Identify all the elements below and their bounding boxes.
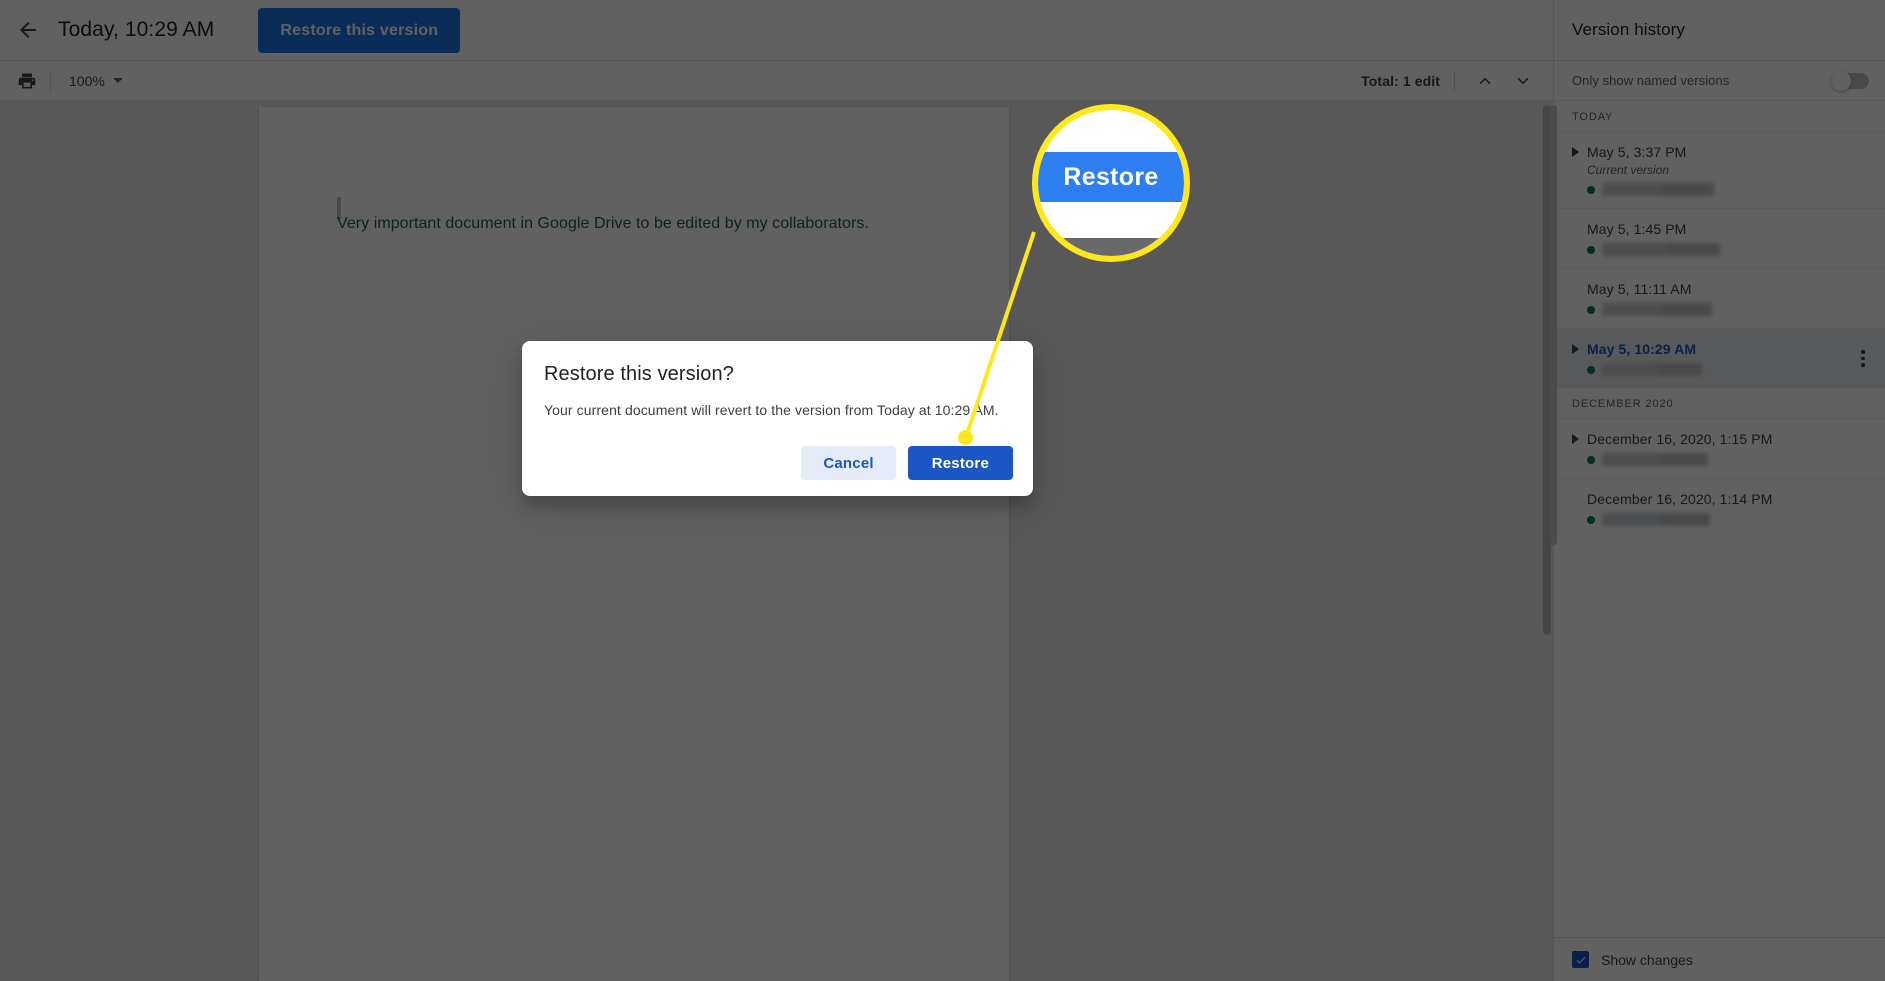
version-group-header: DECEMBER 2020: [1572, 398, 1674, 410]
version-author: [1587, 183, 1871, 196]
restore-button[interactable]: Restore: [907, 446, 1013, 480]
restore-confirmation-dialog: Restore this version? Your current docum…: [522, 341, 1033, 496]
dialog-message: Your current document will revert to the…: [544, 402, 999, 418]
named-versions-label: Only show named versions: [1572, 73, 1730, 88]
chevron-down-icon: [112, 78, 123, 83]
sidebar-title: Version history: [1572, 20, 1685, 39]
version-item-row: December 16, 2020, 1:14 PM: [1572, 491, 1871, 507]
version-author: [1587, 363, 1871, 376]
document-canvas: Very important document in Google Drive …: [0, 101, 1553, 981]
document-title: Today, 10:29 AM: [58, 18, 215, 41]
secondary-toolbar: 100% Total: 1 edit: [0, 61, 1553, 101]
author-name-redacted: [1602, 363, 1702, 376]
author-name-redacted: [1602, 183, 1714, 196]
version-date-label: May 5, 10:29 AM: [1587, 341, 1697, 357]
version-item-row: May 5, 1:45 PM: [1572, 221, 1871, 237]
author-color-dot: [1587, 365, 1595, 374]
magnified-restore-button: Restore: [1038, 152, 1184, 202]
app-root: Today, 10:29 AM Restore this version 100…: [0, 0, 1885, 981]
author-color-dot: [1587, 305, 1595, 314]
magnifier-content: Restore: [1038, 110, 1184, 256]
version-author: [1587, 453, 1871, 466]
expand-triangle-icon[interactable]: [1572, 147, 1579, 157]
author-name-redacted: [1602, 513, 1710, 526]
version-list-item[interactable]: May 5, 1:45 PM: [1554, 208, 1885, 268]
version-item-row: May 5, 3:37 PM: [1572, 144, 1871, 160]
expand-triangle-icon[interactable]: [1572, 344, 1579, 354]
version-list[interactable]: TODAY May 5, 3:37 PM Current version May 5,…: [1554, 101, 1885, 937]
magnified-restore-label: Restore: [1063, 162, 1159, 191]
magnifier-callout: Restore: [1032, 104, 1190, 262]
version-list-item[interactable]: May 5, 3:37 PM Current version: [1554, 131, 1885, 208]
version-date-label: May 5, 1:45 PM: [1587, 221, 1687, 237]
toolbar-divider: [50, 69, 51, 92]
toolbar-divider: [1454, 69, 1455, 92]
version-item-row: May 5, 11:11 AM: [1572, 281, 1871, 297]
version-author: [1587, 243, 1871, 256]
document-page: Very important document in Google Drive …: [259, 107, 1009, 981]
version-date-label: December 16, 2020, 1:14 PM: [1587, 491, 1773, 507]
toolbar-right-group: Total: 1 edit: [1361, 65, 1553, 97]
sidebar-header: Version history: [1554, 0, 1885, 61]
restore-this-version-button[interactable]: Restore this version: [258, 7, 461, 53]
version-date-label: May 5, 11:11 AM: [1587, 281, 1692, 297]
expand-triangle-icon[interactable]: [1572, 434, 1579, 444]
dialog-actions: Cancel Restore: [801, 446, 1013, 480]
previous-edit-button[interactable]: [1469, 65, 1501, 97]
callout-anchor-dot: [958, 430, 973, 445]
author-color-dot: [1587, 455, 1595, 464]
version-list-item[interactable]: December 16, 2020, 1:15 PM: [1554, 418, 1885, 478]
printer-icon[interactable]: [14, 68, 40, 94]
cancel-button[interactable]: Cancel: [801, 446, 896, 480]
version-item-row: December 16, 2020, 1:15 PM: [1572, 431, 1871, 447]
version-group-header: TODAY: [1572, 111, 1614, 123]
dialog-title: Restore this version?: [544, 363, 734, 385]
next-edit-button[interactable]: [1507, 65, 1539, 97]
author-name-redacted: [1602, 453, 1708, 466]
version-list-item[interactable]: May 5, 10:29 AM: [1554, 328, 1885, 388]
author-color-dot: [1587, 245, 1595, 254]
version-list-item[interactable]: May 5, 11:11 AM: [1554, 268, 1885, 328]
version-date-label: December 16, 2020, 1:15 PM: [1587, 431, 1773, 447]
top-bar: Today, 10:29 AM Restore this version: [0, 0, 1553, 61]
toggle-knob: [1831, 70, 1851, 91]
version-date-label: May 5, 3:37 PM: [1587, 144, 1687, 160]
more-options-icon[interactable]: [1853, 349, 1873, 369]
version-author: [1587, 513, 1871, 526]
total-edits-label: Total: 1 edit: [1361, 72, 1440, 89]
author-color-dot: [1587, 515, 1595, 524]
magnifier-edge-shadow: [1038, 238, 1184, 256]
version-subtitle: Current version: [1587, 163, 1670, 177]
show-changes-checkbox[interactable]: [1572, 951, 1589, 968]
zoom-level-select[interactable]: 100%: [61, 70, 131, 92]
named-versions-row: Only show named versions: [1554, 61, 1885, 101]
version-item-row: May 5, 10:29 AM: [1572, 341, 1871, 357]
sidebar-footer: Show changes: [1554, 937, 1885, 981]
version-list-item[interactable]: December 16, 2020, 1:14 PM: [1554, 478, 1885, 538]
version-author: [1587, 303, 1871, 316]
author-name-redacted: [1602, 243, 1720, 256]
author-name-redacted: [1602, 303, 1712, 316]
back-arrow-icon[interactable]: [6, 8, 50, 52]
version-history-sidebar: Version history Only show named versions…: [1550, 0, 1885, 981]
named-versions-toggle[interactable]: [1831, 70, 1869, 91]
sidebar-scrollbar[interactable]: [1550, 105, 1557, 545]
zoom-level-value: 100%: [69, 72, 105, 89]
show-changes-label: Show changes: [1601, 951, 1693, 968]
document-body-text: Very important document in Google Drive …: [337, 215, 869, 232]
author-color-dot: [1587, 185, 1595, 194]
